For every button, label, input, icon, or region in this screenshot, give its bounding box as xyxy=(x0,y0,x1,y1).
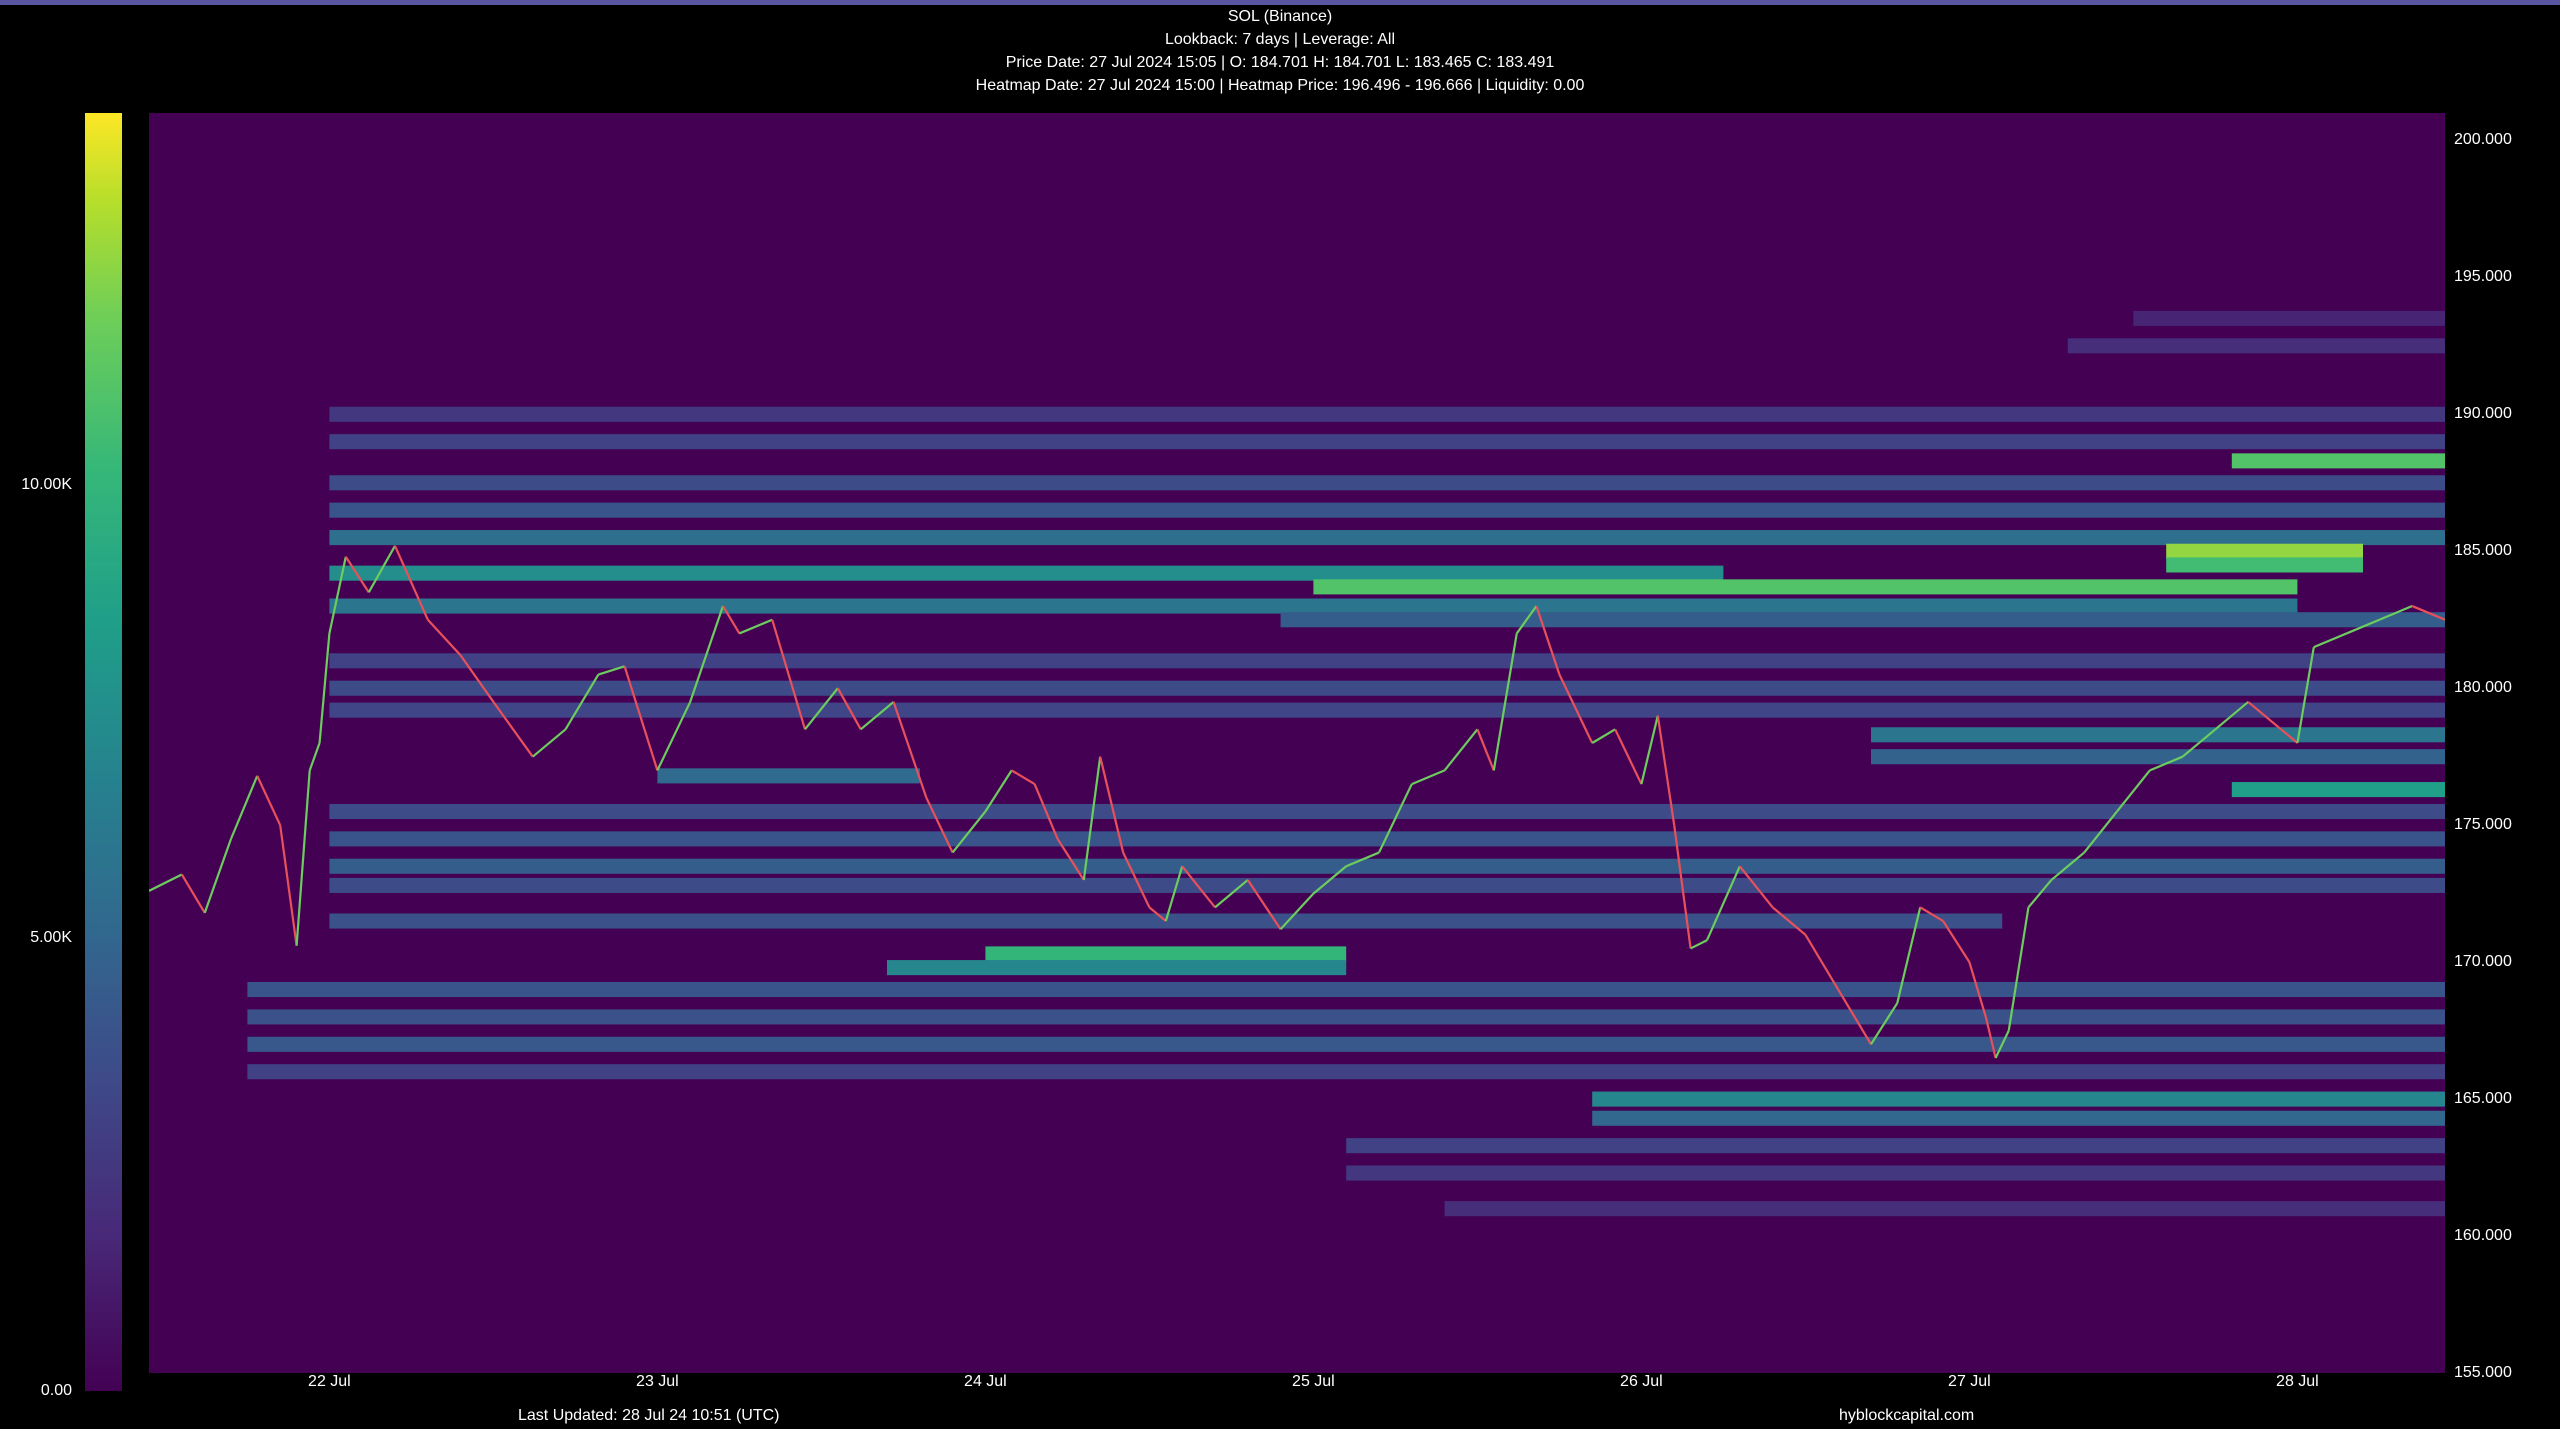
last-updated: Last Updated: 28 Jul 24 10:51 (UTC) xyxy=(518,1407,780,1424)
liquidity-band-29 xyxy=(247,1064,2445,1080)
chart-title: SOL (Binance) xyxy=(1227,8,1333,25)
liquidity-band-18 xyxy=(2231,782,2445,798)
colorbar xyxy=(85,113,122,1391)
heatmap-svg xyxy=(149,310,2445,1217)
y-tick-label: 185.000 xyxy=(2454,542,2512,560)
liquidity-band-3 xyxy=(329,475,2445,491)
price-segment-9 xyxy=(318,633,331,744)
x-tick-label: 23 Jul xyxy=(636,1373,679,1390)
liquidity-band-17 xyxy=(657,768,920,784)
price-segment-17 xyxy=(532,728,567,758)
price-segment-3 xyxy=(203,838,233,914)
y-tick-label: 200.000 xyxy=(2454,131,2512,149)
price-segment-1 xyxy=(149,873,183,892)
liquidity-band-35 xyxy=(2067,338,2445,354)
x-tick-label: 26 Jul xyxy=(1620,1373,1663,1390)
price-segment-14 xyxy=(426,618,462,657)
liquidity-band-12 xyxy=(329,653,2445,669)
liquidity-band-4 xyxy=(329,502,2445,518)
heatmap-info: Heatmap Date: 27 Jul 2024 15:00 | Heatma… xyxy=(975,77,1585,94)
price-segment-6 xyxy=(279,825,298,946)
liquidity-band-22 xyxy=(329,877,2445,893)
price-segment-55 xyxy=(1591,728,1616,744)
price-segment-50 xyxy=(1476,728,1495,771)
liquidity-band-21 xyxy=(329,858,2445,874)
liquidity-band-34 xyxy=(1444,1201,2445,1217)
price-segment-49 xyxy=(1443,728,1479,772)
source-credit: hyblockcapital.com xyxy=(1839,1407,1975,1424)
y-tick-label: 175.000 xyxy=(2454,816,2512,834)
liquidity-band-6 xyxy=(2166,543,2363,559)
liquidity-band-25 xyxy=(887,960,1347,976)
y-tick-label: 190.000 xyxy=(2454,405,2512,423)
liquidity-band-10 xyxy=(329,598,2298,614)
liquidity-band-36 xyxy=(2133,310,2445,326)
liquidity-band-30 xyxy=(1592,1091,2445,1107)
y-tick-label: 170.000 xyxy=(2454,953,2512,971)
liquidity-band-8 xyxy=(329,565,1724,581)
price-segment-48 xyxy=(1411,769,1446,786)
x-tick-label: 24 Jul xyxy=(964,1373,1007,1390)
price-segment-7 xyxy=(295,770,311,946)
colorbar-label: 0.00 xyxy=(40,1382,72,1399)
liquidity-band-26 xyxy=(247,981,2445,998)
y-tick-label: 195.000 xyxy=(2454,268,2512,286)
liquidity-band-9 xyxy=(1313,579,2298,595)
colorbar-label: 10.00K xyxy=(21,475,72,493)
liquidity-band-2 xyxy=(2231,453,2445,469)
liquidity-band-5 xyxy=(329,530,2445,546)
heatmap-plot[interactable] xyxy=(149,113,2445,1373)
liquidity-band-11 xyxy=(1280,612,2445,628)
liquidity-band-7 xyxy=(2166,557,2363,573)
y-tick-label: 165.000 xyxy=(2454,1090,2512,1108)
price-segment-33 xyxy=(1011,769,1036,786)
price-segment-61 xyxy=(1705,865,1741,941)
x-tick-label: 27 Jul xyxy=(1948,1373,1991,1390)
price-segment-56 xyxy=(1614,728,1643,785)
price-segment-57 xyxy=(1640,715,1659,785)
price-segment-40 xyxy=(1164,865,1184,922)
liquidity-band-1 xyxy=(329,434,2445,450)
liquidity-band-32 xyxy=(1346,1138,2445,1154)
liquidity-band-19 xyxy=(329,803,2445,820)
liquidity-band-31 xyxy=(1592,1110,2445,1126)
price-segment-24 xyxy=(738,618,773,635)
liquidity-band-16 xyxy=(1871,749,2445,765)
liquidity-band-13 xyxy=(329,680,2445,696)
price-segment-4 xyxy=(229,775,259,840)
y-tick-label: 155.000 xyxy=(2454,1364,2512,1381)
liquidity-band-0 xyxy=(329,406,2445,422)
price-segment-5 xyxy=(256,775,282,826)
price-segment-8 xyxy=(308,742,321,771)
price-info: Price Date: 27 Jul 2024 15:05 | O: 184.7… xyxy=(1005,54,1555,71)
price-segment-64 xyxy=(1804,934,1840,991)
y-tick-label: 180.000 xyxy=(2454,679,2512,697)
x-tick-label: 25 Jul xyxy=(1292,1373,1335,1390)
price-segment-60 xyxy=(1690,939,1708,950)
liquidity-band-24 xyxy=(985,946,1347,962)
top-accent-bar xyxy=(0,0,2560,5)
x-tick-label: 22 Jul xyxy=(308,1373,351,1390)
price-segment-2 xyxy=(180,873,206,914)
lookback-info: Lookback: 7 days | Leverage: All xyxy=(1164,31,1396,48)
liquidity-band-27 xyxy=(247,1009,2445,1025)
price-segment-84 xyxy=(2313,632,2348,649)
liquidity-band-33 xyxy=(1346,1165,2445,1181)
x-tick-label: 28 Jul xyxy=(2276,1373,2319,1390)
liquidity-band-28 xyxy=(247,1036,2445,1052)
colorbar-label: 5.00K xyxy=(30,928,72,946)
liquidity-band-14 xyxy=(329,702,2445,718)
liquidity-band-15 xyxy=(1871,727,2445,743)
y-tick-label: 160.000 xyxy=(2454,1227,2512,1245)
